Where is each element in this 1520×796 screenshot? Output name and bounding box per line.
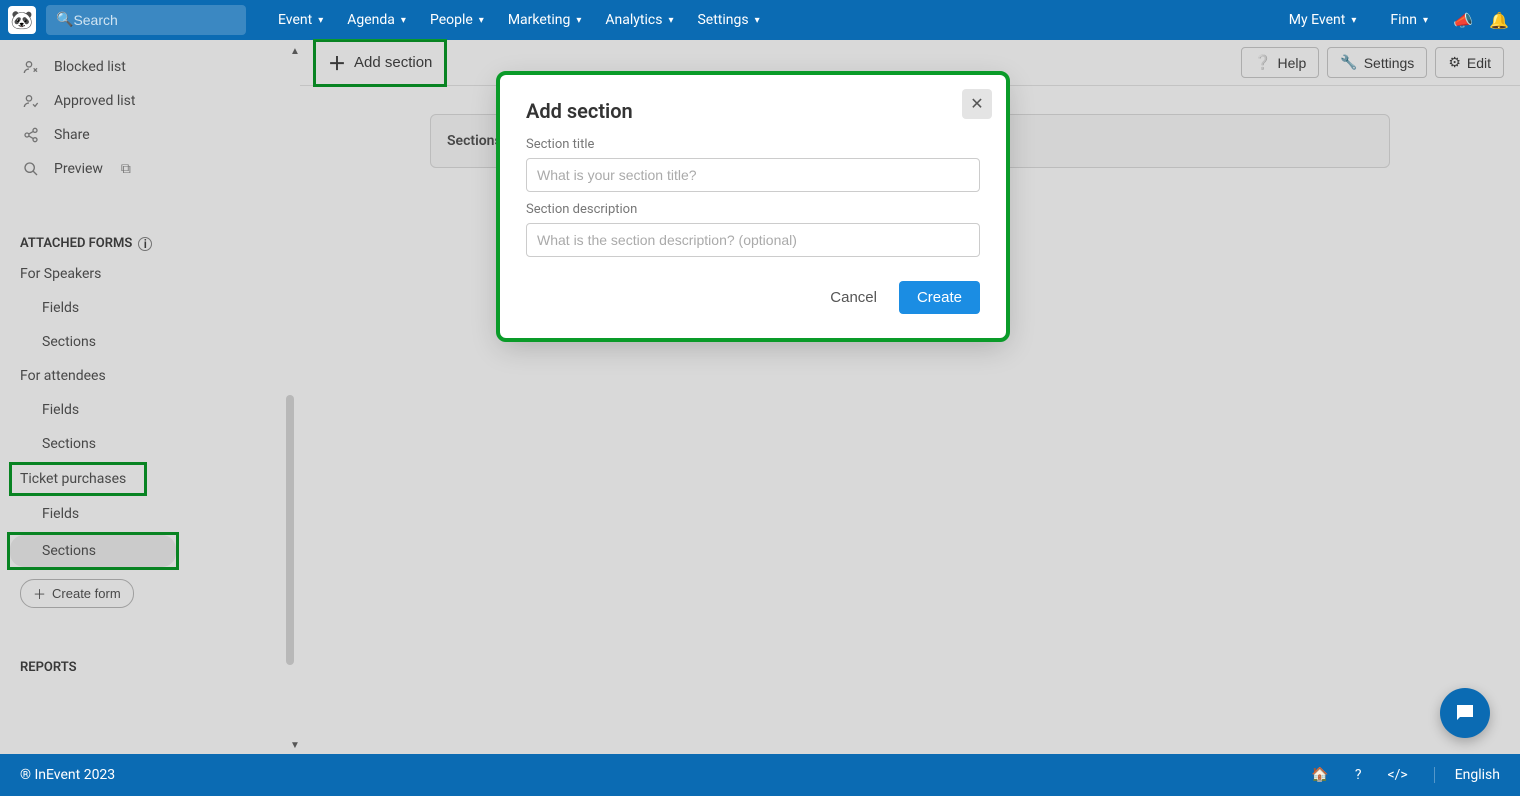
sidebar-header-forms: ATTACHED FORMS i — [0, 222, 300, 257]
toolbar-right: ❔Help 🔧Settings ⚙Edit — [1241, 47, 1504, 78]
plus-icon: ＋ — [328, 50, 346, 76]
sidebar-group-ticket-purchases[interactable]: Ticket purchases — [12, 465, 144, 493]
section-title-label: Section title — [526, 137, 980, 152]
chat-fab[interactable] — [1440, 688, 1490, 738]
scroll-down-icon[interactable]: ▼ — [290, 740, 300, 751]
chevron-down-icon: ▾ — [755, 15, 760, 26]
sidebar-item-fields[interactable]: Fields — [0, 393, 300, 427]
create-button[interactable]: Create — [899, 281, 980, 314]
megaphone-icon[interactable]: 📣 — [1450, 11, 1476, 30]
bottom-right: 🏠 ? </> English — [1311, 767, 1500, 783]
chevron-down-icon: ▾ — [318, 15, 323, 26]
info-icon[interactable]: i — [138, 237, 152, 251]
nav-right: My Event▾ Finn▾ 📣 🔔 — [1277, 11, 1512, 30]
sidebar-header-reports: REPORTS — [0, 646, 300, 681]
wrench-icon: 🔧 — [1340, 54, 1357, 71]
sidebar-item-label: Preview — [54, 161, 103, 177]
nav-menu: Event▾ Agenda▾ People▾ Marketing▾ Analyt… — [266, 0, 772, 40]
cancel-button[interactable]: Cancel — [830, 289, 877, 306]
sidebar-item-fields[interactable]: Fields — [0, 497, 300, 531]
nav-my-event[interactable]: My Event▾ — [1277, 12, 1369, 28]
sidebar-item-label: Blocked list — [54, 59, 126, 75]
bottom-bar: ® InEvent 2023 🏠 ? </> English — [0, 754, 1520, 796]
language-selector[interactable]: English — [1434, 767, 1500, 783]
help-icon[interactable]: ? — [1355, 767, 1362, 783]
close-icon: ✕ — [970, 94, 983, 114]
plus-icon: ＋ — [33, 584, 46, 603]
add-section-modal: ✕ Add section Section title Section desc… — [500, 75, 1006, 338]
scrollbar-thumb[interactable] — [286, 395, 294, 665]
add-section-button[interactable]: ＋ Add section — [316, 42, 444, 84]
modal-title: Add section — [526, 99, 980, 123]
sidebar-item-approved[interactable]: Approved list — [0, 84, 300, 118]
close-button[interactable]: ✕ — [962, 89, 992, 119]
person-check-icon — [20, 93, 42, 109]
external-link-icon: ⧉ — [121, 161, 131, 177]
sidebar-item-sections-selected[interactable]: Sections — [10, 535, 176, 567]
chevron-down-icon: ▾ — [576, 15, 581, 26]
help-icon: ❔ — [1254, 54, 1271, 71]
chevron-down-icon: ▾ — [1423, 15, 1428, 26]
sidebar-item-sections[interactable]: Sections — [0, 427, 300, 461]
nav-event[interactable]: Event▾ — [266, 0, 335, 40]
sidebar-item-blocked[interactable]: Blocked list — [0, 50, 300, 84]
section-description-input[interactable] — [526, 223, 980, 257]
sidebar[interactable]: Blocked list Approved list Share Preview… — [0, 40, 300, 754]
sidebar-item-label: Share — [54, 127, 90, 143]
nav-user[interactable]: Finn▾ — [1378, 12, 1440, 28]
share-icon — [20, 127, 42, 143]
chevron-down-icon: ▾ — [668, 15, 673, 26]
sidebar-group-attendees[interactable]: For attendees — [0, 359, 300, 393]
sidebar-item-share[interactable]: Share — [0, 118, 300, 152]
modal-actions: Cancel Create — [526, 281, 980, 314]
search-icon — [20, 161, 42, 177]
logo[interactable]: 🐼 — [8, 6, 36, 34]
section-description-label: Section description — [526, 202, 980, 217]
nav-marketing[interactable]: Marketing▾ — [496, 0, 594, 40]
chevron-down-icon: ▾ — [479, 15, 484, 26]
bell-icon[interactable]: 🔔 — [1486, 11, 1512, 30]
sidebar-item-sections[interactable]: Sections — [0, 325, 300, 359]
sidebar-item-preview[interactable]: Preview ⧉ — [0, 152, 300, 186]
chevron-down-icon: ▾ — [1351, 15, 1356, 26]
copyright: ® InEvent 2023 — [20, 767, 115, 783]
nav-settings[interactable]: Settings▾ — [685, 0, 771, 40]
nav-agenda[interactable]: Agenda▾ — [335, 0, 418, 40]
nav-people[interactable]: People▾ — [418, 0, 496, 40]
sidebar-group-speakers[interactable]: For Speakers — [0, 257, 300, 291]
gear-icon: ⚙ — [1448, 54, 1461, 71]
search-icon: 🔍 — [56, 12, 73, 28]
edit-button[interactable]: ⚙Edit — [1435, 47, 1504, 78]
sidebar-item-label: Approved list — [54, 93, 135, 109]
help-button[interactable]: ❔Help — [1241, 47, 1319, 78]
chevron-down-icon: ▾ — [401, 15, 406, 26]
person-x-icon — [20, 59, 42, 75]
create-form-button[interactable]: ＋Create form — [20, 579, 134, 608]
code-icon[interactable]: </> — [1387, 767, 1407, 783]
settings-button[interactable]: 🔧Settings — [1327, 47, 1427, 78]
section-title-input[interactable] — [526, 158, 980, 192]
scroll-up-icon[interactable]: ▲ — [290, 46, 300, 57]
sidebar-item-fields[interactable]: Fields — [0, 291, 300, 325]
search-wrap[interactable]: 🔍 — [46, 5, 246, 35]
chat-icon — [1453, 701, 1477, 725]
home-icon[interactable]: 🏠 — [1311, 767, 1328, 783]
nav-analytics[interactable]: Analytics▾ — [593, 0, 685, 40]
search-input[interactable] — [73, 12, 236, 28]
top-nav: 🐼 🔍 Event▾ Agenda▾ People▾ Marketing▾ An… — [0, 0, 1520, 40]
